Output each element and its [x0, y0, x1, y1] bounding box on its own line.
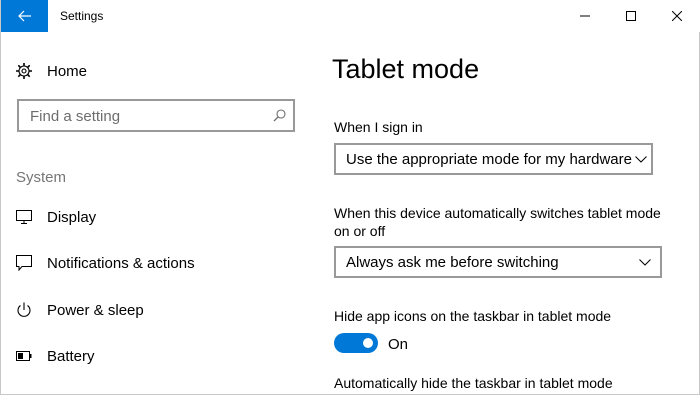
close-icon: [672, 11, 682, 21]
switch-mode-dropdown[interactable]: Always ask me before switching: [334, 246, 662, 278]
hide-icons-toggle-state: On: [388, 336, 409, 353]
sidebar-item-label: Display: [47, 208, 97, 226]
minimize-button[interactable]: [562, 0, 608, 32]
battery-icon: [15, 347, 33, 365]
sidebar-item-display[interactable]: Display: [15, 205, 295, 229]
switch-mode-label-line-1: When this device automatically switches …: [334, 205, 661, 221]
sidebar-item-label: Battery: [47, 347, 95, 365]
chevron-down-icon: [630, 247, 660, 277]
gear-icon: [16, 63, 32, 79]
back-button[interactable]: [1, 0, 48, 32]
sidebar-item-notifications[interactable]: Notifications & actions: [15, 251, 295, 275]
search-box[interactable]: Find a setting: [17, 99, 295, 132]
hide-icons-label: Hide app icons on the taskbar in tablet …: [334, 308, 612, 324]
search-icon[interactable]: [273, 109, 286, 122]
minimize-icon: [580, 15, 590, 17]
app-title: Settings: [60, 9, 104, 23]
power-icon: [15, 301, 33, 319]
sidebar-item-label: Notifications & actions: [47, 254, 195, 272]
sign-in-dropdown-value: Use the appropriate mode for my hardware: [346, 150, 632, 168]
sign-in-label: When I sign in: [334, 119, 423, 135]
back-arrow-icon: [17, 10, 31, 22]
hide-icons-toggle[interactable]: [334, 333, 378, 353]
sidebar-item-battery[interactable]: Battery: [15, 344, 295, 368]
maximize-icon: [626, 11, 636, 21]
chevron-down-icon: [632, 144, 651, 174]
settings-window: Settings Home Find a setting System Disp…: [0, 0, 700, 395]
monitor-icon: [15, 208, 33, 226]
nav-home-label: Home: [47, 62, 88, 80]
section-label-system: System: [16, 169, 67, 186]
autohide-taskbar-label: Automatically hide the taskbar in tablet…: [334, 375, 613, 391]
title-bar: Settings: [1, 0, 700, 32]
message-icon: [15, 254, 33, 272]
nav-home[interactable]: Home: [15, 59, 295, 83]
switch-mode-label-line-2: on or off: [334, 223, 386, 239]
sidebar-item-label: Power & sleep: [47, 301, 144, 319]
close-button[interactable]: [654, 0, 700, 32]
switch-mode-dropdown-value: Always ask me before switching: [346, 253, 559, 271]
sidebar-item-power-sleep[interactable]: Power & sleep: [15, 298, 295, 322]
sign-in-dropdown[interactable]: Use the appropriate mode for my hardware: [334, 143, 653, 175]
search-placeholder: Find a setting: [30, 108, 121, 125]
page-title: Tablet mode: [332, 54, 480, 84]
maximize-button[interactable]: [608, 0, 654, 32]
toggle-knob: [363, 338, 373, 348]
